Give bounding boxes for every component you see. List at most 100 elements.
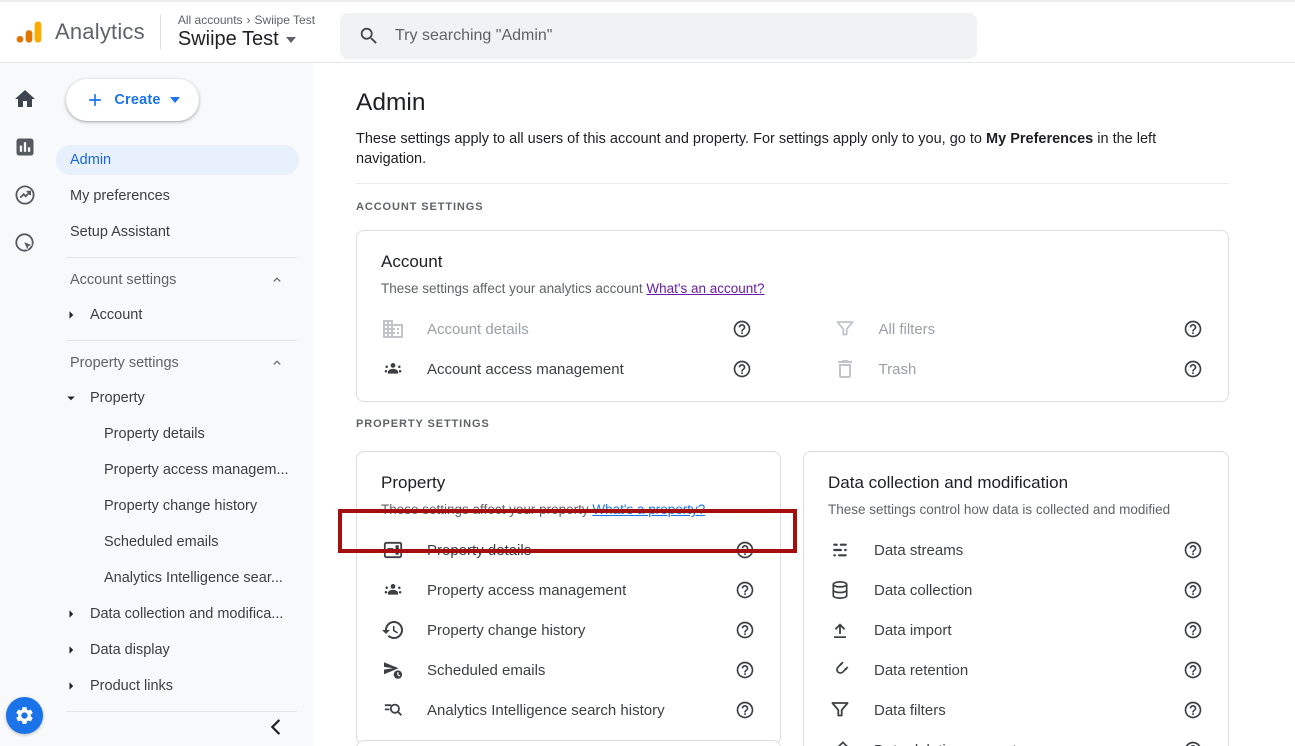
help-icon[interactable] <box>732 319 752 339</box>
sidebar-item-data-collection[interactable]: Data collection and modifica... <box>50 596 313 632</box>
create-button[interactable]: Create <box>66 79 199 121</box>
search-bar[interactable] <box>340 13 977 59</box>
people-icon <box>381 357 405 381</box>
help-icon[interactable] <box>1183 319 1203 339</box>
help-icon[interactable] <box>735 580 755 600</box>
sidebar-item-property-change-history[interactable]: Property change history <box>50 488 313 524</box>
data-collection-row[interactable]: Data collection <box>828 570 1204 610</box>
section-account-settings-label: Account settings <box>70 272 176 288</box>
intro-before: These settings apply to all users of thi… <box>356 131 986 147</box>
help-icon[interactable] <box>735 620 755 640</box>
scheduled-emails-row[interactable]: Scheduled emails <box>381 650 756 690</box>
section-property-settings-label: Property settings <box>70 355 179 371</box>
row-label: Data deletion requests <box>874 742 1183 746</box>
sidebar-item-property-details[interactable]: Property details <box>50 416 313 452</box>
explore-icon[interactable] <box>13 231 37 255</box>
help-icon[interactable] <box>1183 620 1203 640</box>
label: Data collection and modifica... <box>90 606 283 622</box>
upload-icon <box>828 618 852 642</box>
row-label: Data streams <box>874 542 1183 559</box>
collapse-sidebar-icon[interactable] <box>265 716 287 738</box>
intro-bold: My Preferences <box>986 131 1093 147</box>
property-change-history-row[interactable]: Property change history <box>381 610 756 650</box>
advertising-icon[interactable] <box>13 183 37 207</box>
help-icon[interactable] <box>1183 700 1203 720</box>
help-icon[interactable] <box>735 660 755 680</box>
history-icon <box>381 618 405 642</box>
admin-gear-button[interactable] <box>6 697 43 734</box>
row-label: Data retention <box>874 662 1183 679</box>
breadcrumb-root[interactable]: All accounts <box>178 13 243 27</box>
sidebar-item-account[interactable]: Account <box>50 297 313 333</box>
account-card-subtitle: These settings affect your analytics acc… <box>381 281 1204 296</box>
row-label: Data import <box>874 622 1183 639</box>
help-icon[interactable] <box>735 540 755 560</box>
section-property-settings[interactable]: Property settings <box>50 346 313 380</box>
sidebar-item-account-label: Account <box>90 307 142 323</box>
sidebar-item-analytics-intelligence[interactable]: Analytics Intelligence sear... <box>50 560 313 596</box>
sidebar-item-scheduled-emails[interactable]: Scheduled emails <box>50 524 313 560</box>
label: Product links <box>90 678 173 694</box>
sidebar-item-setup-assistant[interactable]: Setup Assistant <box>50 214 313 250</box>
breadcrumb-current[interactable]: Swiipe Test <box>255 13 315 27</box>
sidebar-item-my-preferences[interactable]: My preferences <box>50 178 313 214</box>
account-card: Account These settings affect your analy… <box>356 230 1229 402</box>
sidebar-item-property[interactable]: Property <box>50 380 313 416</box>
expand-right-icon <box>62 677 80 695</box>
sidebar-item-admin[interactable]: Admin <box>56 145 299 175</box>
data-streams-row[interactable]: Data streams <box>828 530 1204 570</box>
sidebar-divider <box>66 711 297 712</box>
help-icon[interactable] <box>1183 740 1203 746</box>
reports-icon[interactable] <box>13 135 37 159</box>
magnet-icon <box>828 658 852 682</box>
account-context: All accounts › Swiipe Test Swiipe Test <box>178 13 315 51</box>
help-icon[interactable] <box>732 359 752 379</box>
row-label: Property details <box>427 542 735 559</box>
trash-row[interactable]: Trash <box>833 349 1205 389</box>
eraser-icon <box>828 738 852 746</box>
page-title: Admin <box>356 88 1229 117</box>
help-icon[interactable] <box>735 700 755 720</box>
property-access-management-row[interactable]: Property access management <box>381 570 756 610</box>
label: Property change history <box>104 498 257 514</box>
sidebar-divider <box>66 340 297 341</box>
data-streams-icon <box>828 538 852 562</box>
sidebar-item-product-links[interactable]: Product links <box>50 668 313 704</box>
data-import-row[interactable]: Data import <box>828 610 1204 650</box>
label: Analytics Intelligence sear... <box>104 570 283 586</box>
breadcrumb-separator-icon: › <box>247 13 251 27</box>
help-icon[interactable] <box>1183 359 1203 379</box>
row-label: Data filters <box>874 702 1183 719</box>
whats-an-account-link[interactable]: What's an account? <box>646 281 764 296</box>
account-access-management-row[interactable]: Account access management <box>381 349 753 389</box>
whats-a-property-link[interactable]: What's a property? <box>592 502 705 517</box>
search-input[interactable] <box>395 27 977 45</box>
row-label: Trash <box>879 361 1184 378</box>
section-account-settings[interactable]: Account settings <box>50 263 313 297</box>
caret-down-icon <box>286 37 296 43</box>
property-details-row[interactable]: Property details <box>381 530 756 570</box>
data-filters-row[interactable]: Data filters <box>828 690 1204 730</box>
sidebar-item-data-display[interactable]: Data display <box>50 632 313 668</box>
gear-icon <box>14 705 35 726</box>
analytics-intelligence-search-history-row[interactable]: Analytics Intelligence search history <box>381 690 756 730</box>
row-label: Account details <box>427 321 732 338</box>
app-name: Analytics <box>55 19 145 45</box>
account-details-row[interactable]: Account details <box>381 309 753 349</box>
sidebar-item-property-access-management[interactable]: Property access managem... <box>50 452 313 488</box>
account-selector[interactable]: Swiipe Test <box>178 28 315 51</box>
data-deletion-requests-row[interactable]: Data deletion requests <box>828 730 1204 746</box>
sidebar-item-admin-label: Admin <box>70 152 111 168</box>
app-logo[interactable]: Analytics <box>14 17 145 47</box>
intro-text: These settings apply to all users of thi… <box>356 129 1229 169</box>
all-filters-row[interactable]: All filters <box>833 309 1205 349</box>
help-icon[interactable] <box>1183 540 1203 560</box>
expand-down-icon <box>62 389 80 407</box>
help-icon[interactable] <box>1183 660 1203 680</box>
account-settings-section-label: ACCOUNT SETTINGS <box>356 201 1229 213</box>
help-icon[interactable] <box>1183 580 1203 600</box>
subtitle-text: These settings affect your property <box>381 502 592 517</box>
home-icon[interactable] <box>13 87 37 111</box>
row-label: Scheduled emails <box>427 662 735 679</box>
data-retention-row[interactable]: Data retention <box>828 650 1204 690</box>
